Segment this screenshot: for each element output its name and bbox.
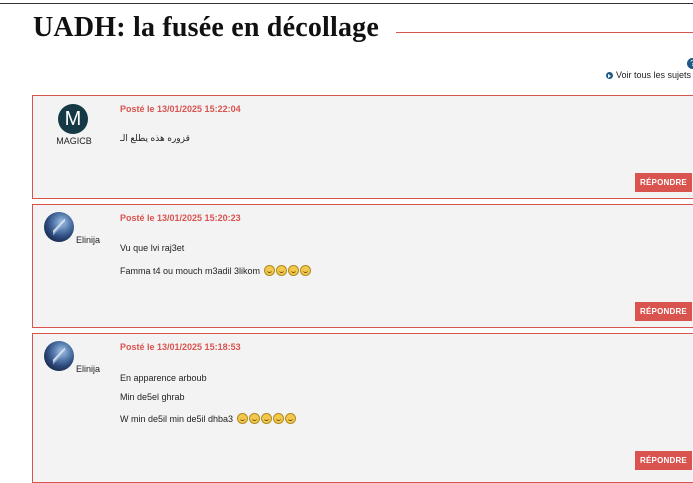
laughing-face-icon: [236, 413, 248, 424]
post-message-line: Famma t4 ou mouch m3adil 3likom: [120, 265, 311, 276]
top-border-line: [0, 3, 693, 4]
reply-button[interactable]: RÉPONDRE: [635, 302, 692, 321]
post-author[interactable]: MAGICB: [33, 136, 115, 146]
post-author[interactable]: Elinija: [76, 364, 100, 374]
laughing-face-icon: [284, 413, 296, 424]
post-author[interactable]: Elinija: [76, 235, 100, 245]
grinning-face-icon: [287, 265, 299, 276]
post-timestamp[interactable]: Posté le 13/01/2025 15:20:23: [120, 213, 241, 223]
play-circle-icon: [606, 72, 613, 79]
post-message-line: W min de5il min de5il dhba3: [120, 413, 296, 424]
post-timestamp[interactable]: Posté le 13/01/2025 15:18:53: [120, 342, 241, 352]
view-all-topics-link[interactable]: Voir tous les sujets: [606, 70, 691, 80]
title-divider: [396, 32, 693, 33]
post-message-line: Min de5el ghrab: [120, 392, 185, 402]
post-card: Elinija Posté le 13/01/2025 15:20:23 Vu …: [32, 204, 693, 328]
laughing-face-icon: [260, 413, 272, 424]
post-card: M MAGICB Posté le 13/01/2025 15:22:04 قز…: [32, 95, 693, 199]
laughing-face-icon: [248, 413, 260, 424]
grinning-face-icon: [299, 265, 311, 276]
post-message-text: W min de5il min de5il dhba3: [120, 414, 234, 424]
reply-button[interactable]: RÉPONDRE: [635, 173, 692, 192]
grinning-face-icon: [275, 265, 287, 276]
help-icon[interactable]: ?: [687, 58, 693, 69]
post-message-line: قزوره هذه يطلع الـ: [120, 133, 190, 143]
reply-button[interactable]: RÉPONDRE: [635, 451, 692, 470]
laughing-face-icon: [272, 413, 284, 424]
page-title: UADH: la fusée en décollage: [33, 12, 380, 43]
post-timestamp[interactable]: Posté le 13/01/2025 15:22:04: [120, 104, 241, 114]
user-photo-icon[interactable]: [44, 341, 74, 371]
post-message-text: Famma t4 ou mouch m3adil 3likom: [120, 266, 261, 276]
post-message-line: En apparence arboub: [120, 373, 207, 383]
view-all-label: Voir tous les sujets: [616, 70, 692, 80]
post-message-line: Vu que lvi raj3et: [120, 243, 185, 253]
avatar[interactable]: M: [58, 104, 88, 134]
post-card: Elinija Posté le 13/01/2025 15:18:53 En …: [32, 333, 693, 483]
user-photo-icon[interactable]: [44, 212, 74, 242]
grinning-face-icon: [263, 265, 275, 276]
